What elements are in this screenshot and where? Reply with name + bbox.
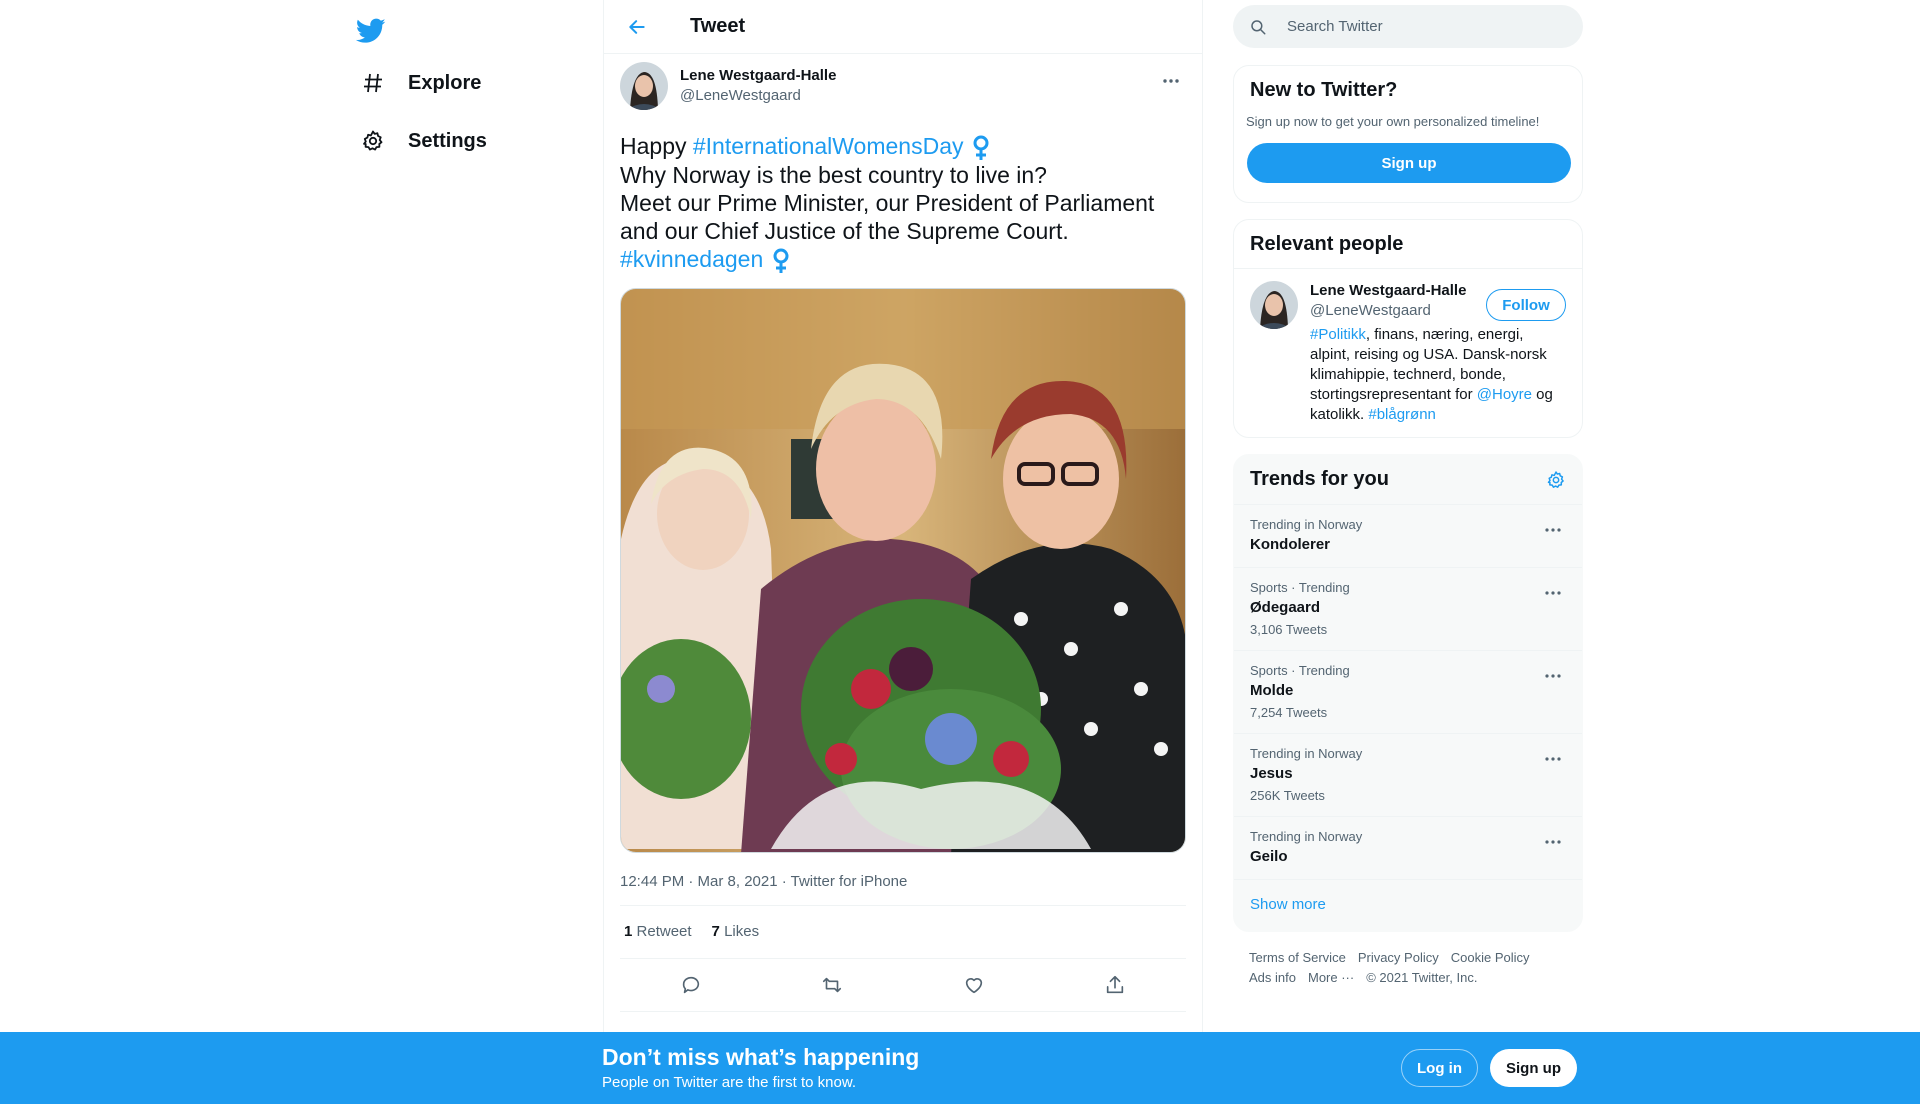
trend-context: Trending in Norway [1250, 517, 1363, 532]
more-options-icon[interactable] [1540, 580, 1566, 606]
tweet-actions [620, 959, 1186, 1011]
trend-count: 7,254 Tweets [1250, 705, 1328, 720]
trend-name: Ødegaard [1250, 599, 1321, 616]
more-options-icon[interactable] [1540, 746, 1566, 772]
trends-card: Trends for you Trending in Norway Kondol… [1233, 454, 1583, 932]
hashtag-icon [360, 70, 386, 96]
trend-item[interactable]: Sports · Trending Molde 7,254 Tweets [1234, 651, 1582, 734]
author-avatar[interactable] [620, 62, 668, 110]
like-count: 7 [711, 923, 720, 941]
gear-icon[interactable] [1546, 470, 1566, 490]
like-label: Likes [724, 923, 760, 941]
more-options-icon[interactable] [1540, 663, 1566, 689]
tweet-timestamp[interactable]: 12:44 PM · Mar 8, 2021 · Twitter for iPh… [620, 873, 1186, 893]
signup-button[interactable]: Sign up [1247, 143, 1571, 183]
reply-icon[interactable] [673, 967, 709, 1003]
relevant-people-card: Relevant people Lene Westgaard-Halle @Le… [1233, 219, 1583, 438]
share-icon[interactable] [1097, 967, 1133, 1003]
tweet-photo[interactable] [620, 287, 1186, 853]
trend-context: Trending in Norway [1250, 829, 1363, 844]
nav-item-explore[interactable]: Explore [348, 58, 493, 108]
login-button[interactable]: Log in [1401, 1049, 1478, 1087]
more-link[interactable]: More ··· [1308, 968, 1354, 988]
main-column: Tweet Lene Westgaard-Halle @LeneWestgaar… [603, 0, 1203, 1032]
hashtag-link-kvinnedagen[interactable]: #kvinnedagen [620, 246, 763, 272]
show-more-link[interactable]: Show more [1234, 880, 1582, 929]
search-icon [1249, 18, 1267, 36]
trend-item[interactable]: Sports · Trending Ødegaard 3,106 Tweets [1234, 568, 1582, 651]
page-title: Tweet [690, 15, 746, 37]
trend-name: Geilo [1250, 848, 1288, 865]
cookie-link[interactable]: Cookie Policy [1451, 948, 1530, 968]
signup-banner: Don’t miss what’s happening People on Tw… [0, 1032, 1920, 1104]
trend-name: Jesus [1250, 765, 1293, 782]
trend-count: 256K Tweets [1250, 788, 1325, 803]
tweet-text-line4: and our Chief Justice of the Supreme Cou… [620, 217, 1069, 244]
tweet-stats: 1 Retweet 7 Likes [620, 906, 1186, 958]
trend-context: Sports · Trending [1250, 663, 1350, 678]
search-input[interactable] [1287, 18, 1547, 35]
female-sign-icon [972, 135, 990, 161]
tweet-author: Lene Westgaard-Halle @LeneWestgaard [620, 54, 1186, 118]
divider [620, 1010, 1186, 1012]
tweet: Lene Westgaard-Halle @LeneWestgaard Happ… [620, 54, 1186, 1012]
tweet-header: Tweet [604, 0, 1202, 54]
copyright: © 2021 Twitter, Inc. [1366, 970, 1478, 985]
like-icon[interactable] [956, 967, 992, 1003]
person-bio: #Politikk, finans, næring, energi, alpin… [1310, 325, 1560, 425]
tweet-text-happy: Happy [620, 133, 693, 159]
search-box[interactable] [1233, 5, 1583, 48]
person-avatar[interactable] [1250, 281, 1298, 329]
gear-icon [360, 128, 386, 154]
retweet-label: Retweet [636, 923, 692, 941]
bio-hashtag-politikk[interactable]: #Politikk [1310, 326, 1366, 343]
relevant-people-title: Relevant people [1250, 233, 1404, 255]
follow-button[interactable]: Follow [1486, 289, 1566, 321]
more-options-icon[interactable] [1540, 829, 1566, 855]
trends-title: Trends for you [1250, 468, 1389, 490]
tweet-text-line2: Why Norway is the best country to live i… [620, 161, 1047, 188]
footer-links: Terms of Service Privacy Policy Cookie Pol… [1249, 948, 1579, 988]
tweet-text-line3: Meet our Prime Minister, our President o… [620, 189, 1155, 216]
retweet-icon[interactable] [814, 967, 850, 1003]
banner-title: Don’t miss what’s happening [602, 1044, 920, 1070]
female-sign-icon [772, 248, 790, 274]
twitter-bird-icon[interactable] [348, 8, 394, 54]
nav-label-explore: Explore [408, 71, 482, 94]
more-options-icon[interactable] [1156, 66, 1186, 96]
bio-mention-hoyre[interactable]: @Hoyre [1477, 386, 1532, 403]
retweet-count: 1 [624, 923, 633, 941]
new-to-twitter-card: New to Twitter? Sign up now to get your … [1233, 65, 1583, 203]
retweets-stat[interactable]: 1 Retweet [624, 923, 692, 940]
bio-hashtag-blagronn[interactable]: #blågrønn [1368, 406, 1436, 423]
nav-label-settings: Settings [408, 129, 487, 152]
hashtag-link-internationalwomensday[interactable]: #InternationalWomensDay [693, 133, 964, 159]
left-nav: Explore Settings [336, 0, 588, 1032]
trend-item[interactable]: Trending in Norway Jesus 256K Tweets [1234, 734, 1582, 817]
trend-item[interactable]: Trending in Norway Kondolerer [1234, 505, 1582, 568]
likes-stat[interactable]: 7 Likes [712, 923, 760, 940]
person-item[interactable]: Lene Westgaard-Halle @LeneWestgaard #Pol… [1234, 269, 1582, 425]
back-arrow-icon[interactable] [620, 10, 654, 44]
banner-signup-button[interactable]: Sign up [1490, 1049, 1577, 1087]
banner-subtitle: People on Twitter are the first to know. [602, 1074, 857, 1091]
ads-info-link[interactable]: Ads info [1249, 968, 1296, 988]
new-to-twitter-title: New to Twitter? [1250, 79, 1398, 101]
trend-count: 3,106 Tweets [1250, 622, 1328, 637]
terms-link[interactable]: Terms of Service [1249, 948, 1346, 968]
trend-context: Trending in Norway [1250, 746, 1363, 761]
tweet-text: Happy #InternationalWomensDay Why Norway… [620, 132, 1186, 274]
trend-name: Kondolerer [1250, 536, 1331, 553]
trend-item[interactable]: Trending in Norway Geilo [1234, 817, 1582, 880]
nav-item-settings[interactable]: Settings [348, 116, 499, 166]
author-handle[interactable]: @LeneWestgaard [680, 86, 836, 106]
more-options-icon[interactable] [1540, 517, 1566, 543]
author-name[interactable]: Lene Westgaard-Halle [680, 66, 836, 86]
privacy-link[interactable]: Privacy Policy [1358, 948, 1439, 968]
trend-context: Sports · Trending [1250, 580, 1350, 595]
trend-name: Molde [1250, 682, 1294, 699]
new-to-twitter-subtitle: Sign up now to get your own personalized… [1246, 114, 1540, 129]
